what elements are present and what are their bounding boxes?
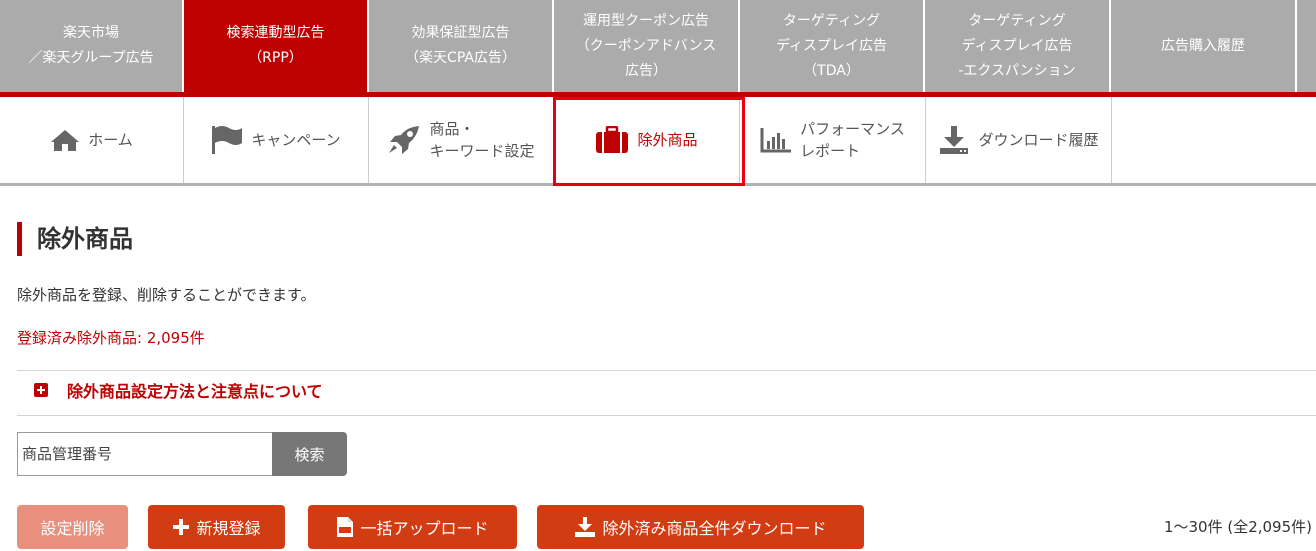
tab-cpa[interactable]: 効果保証型広告 （楽天CPA広告） <box>369 0 554 92</box>
download-icon <box>938 125 970 155</box>
tab-rpp[interactable]: 検索連動型広告 （RPP） <box>184 0 369 92</box>
sub-nav-item-keyword-label: 商品・ キーワード設定 <box>429 120 535 160</box>
bulk-upload-button[interactable]: 一括アップロード <box>308 505 517 549</box>
sub-nav-performance-report-label: パフォーマンス レポート <box>800 120 905 160</box>
sub-nav-home-label: ホーム <box>88 131 133 149</box>
download-icon <box>574 516 596 538</box>
page-title: 除外商品 <box>17 222 133 256</box>
rocket-icon <box>387 125 421 155</box>
sub-nav-excluded-items-label: 除外商品 <box>637 131 698 149</box>
flag-icon <box>211 125 243 155</box>
sub-nav: ホーム キャンペーン 商品・ キーワード設定 除外商品 パフォーマンス レポート… <box>0 97 1316 186</box>
delete-setting-button[interactable]: 設定削除 <box>17 505 128 549</box>
csv-file-icon <box>336 516 354 538</box>
search-input[interactable] <box>17 432 273 476</box>
notice-label: 除外商品設定方法と注意点について <box>67 382 323 401</box>
new-register-button[interactable]: 新規登録 <box>148 505 285 549</box>
top-tab-bar: 楽天市場 ／楽天グループ広告 検索連動型広告 （RPP） 効果保証型広告 （楽天… <box>0 0 1316 96</box>
download-all-excluded-label: 除外済み商品全件ダウンロード <box>602 521 827 538</box>
tab-purchase-history[interactable]: 広告購入履歴 <box>1111 0 1297 92</box>
sub-nav-item-keyword[interactable]: 商品・ キーワード設定 <box>369 97 554 183</box>
page-description: 除外商品を登録、削除することができます。 <box>17 286 316 304</box>
plus-icon <box>34 383 48 397</box>
tab-tda-expansion[interactable]: ターゲティング ディスプレイ広告 -エクスパンション <box>925 0 1111 92</box>
tab-tda[interactable]: ターゲティング ディスプレイ広告 （TDA） <box>740 0 925 92</box>
new-register-label: 新規登録 <box>196 521 261 538</box>
divider <box>17 370 1316 371</box>
pagination-count: 1〜30件 (全2,095件) <box>1163 518 1312 536</box>
sub-nav-home[interactable]: ホーム <box>0 97 184 183</box>
sub-nav-performance-report[interactable]: パフォーマンス レポート <box>740 97 926 183</box>
bulk-upload-label: 一括アップロード <box>360 521 489 538</box>
delete-setting-label: 設定削除 <box>40 521 105 538</box>
divider <box>17 415 1316 416</box>
plus-icon <box>172 518 190 536</box>
tab-rakuten-group-ads[interactable]: 楽天市場 ／楽天グループ広告 <box>0 0 184 92</box>
search-button[interactable]: 検索 <box>272 432 347 476</box>
sub-nav-campaign[interactable]: キャンペーン <box>184 97 369 183</box>
sub-nav-excluded-items[interactable]: 除外商品 <box>554 97 740 183</box>
sub-nav-download-history[interactable]: ダウンロード履歴 <box>926 97 1112 183</box>
briefcase-icon <box>595 126 629 154</box>
sub-nav-empty <box>1112 97 1316 183</box>
home-icon <box>50 128 80 152</box>
tab-coupon-advance[interactable]: 運用型クーポン広告 （クーポンアドバンス 広告） <box>554 0 740 92</box>
download-all-excluded-button[interactable]: 除外済み商品全件ダウンロード <box>537 505 864 549</box>
bar-chart-icon <box>760 127 792 153</box>
registered-count: 登録済み除外商品: 2,095件 <box>17 329 205 347</box>
sub-nav-campaign-label: キャンペーン <box>251 131 341 149</box>
notice-toggle[interactable]: 除外商品設定方法と注意点について <box>34 378 323 402</box>
sub-nav-download-history-label: ダウンロード履歴 <box>978 131 1099 149</box>
tab-overflow <box>1297 0 1316 92</box>
